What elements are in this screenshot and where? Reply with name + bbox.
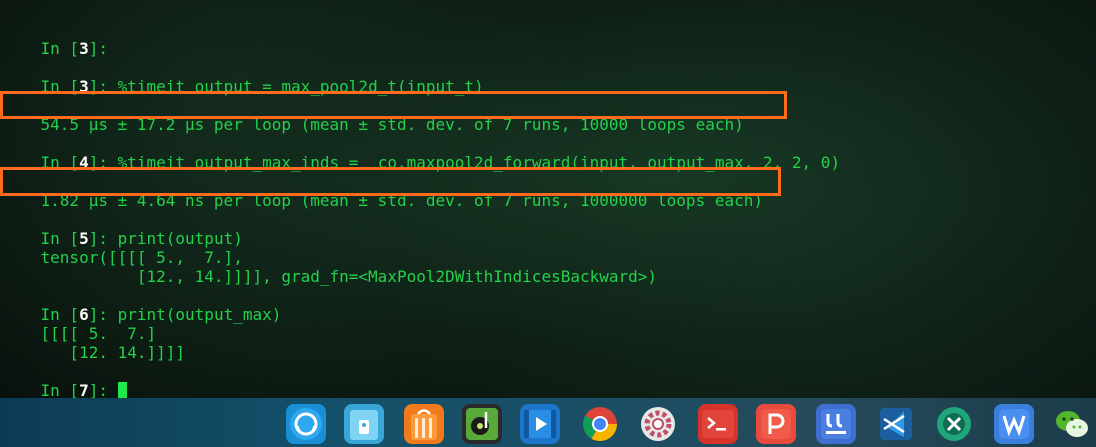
wechat-icon[interactable]	[1052, 404, 1092, 444]
print-output-line: [12., 14.]]]], grad_fn=<MaxPool2DWithInd…	[2, 247, 657, 286]
vscode-icon[interactable]	[876, 404, 916, 444]
input-prompt-line: In [3]: %timeit output = max_pool2d_t(in…	[2, 57, 484, 96]
chrome-icon[interactable]	[580, 404, 620, 444]
text-cursor	[117, 382, 127, 398]
input-prompt-line[interactable]: In [7]:	[2, 361, 127, 398]
remote-desktop-icon[interactable]	[934, 404, 974, 444]
input-prompt-line: In [5]: print(output)	[2, 209, 243, 248]
file-manager-icon[interactable]	[344, 404, 384, 444]
wps-writer-icon[interactable]	[994, 404, 1034, 444]
settings-icon[interactable]	[638, 404, 678, 444]
input-prompt-line: In [3]:	[2, 19, 108, 58]
wps-presentation-icon[interactable]	[756, 404, 796, 444]
terminal-icon[interactable]	[698, 404, 738, 444]
deepin-launcher-icon[interactable]	[286, 404, 326, 444]
output-text: [12., 14.]]]], grad_fn=<MaxPool2DWithInd…	[40, 267, 658, 286]
prompt-number: 3	[79, 39, 89, 58]
prompt-prefix: In [	[40, 381, 80, 398]
prompt-suffix: ]:	[88, 39, 108, 58]
prompt-prefix: In [	[40, 39, 80, 58]
print-output-line: [12. 14.]]]]	[2, 323, 185, 362]
print-output-line: tensor([[[[ 5., 7.],	[2, 228, 243, 267]
prompt-suffix: ]:	[88, 381, 118, 398]
terminal-window[interactable]: In [3]: In [3]: %timeit output = max_poo…	[0, 0, 1096, 398]
video-player-icon[interactable]	[520, 404, 560, 444]
app-store-icon[interactable]	[404, 404, 444, 444]
taskbar-dock	[0, 398, 1096, 447]
orange-highlight-box	[0, 91, 787, 119]
prompt-number: 7	[79, 381, 89, 398]
print-output-line: [[[[ 5. 7.]	[2, 304, 157, 343]
text-editor-icon[interactable]	[816, 404, 856, 444]
output-text: [12. 14.]]]]	[40, 343, 186, 362]
input-prompt-line: In [4]: %timeit output_max_inds = co.max…	[2, 133, 841, 172]
input-prompt-line: In [6]: print(output_max)	[2, 285, 282, 324]
orange-highlight-box	[0, 167, 781, 196]
music-player-icon[interactable]	[462, 404, 502, 444]
